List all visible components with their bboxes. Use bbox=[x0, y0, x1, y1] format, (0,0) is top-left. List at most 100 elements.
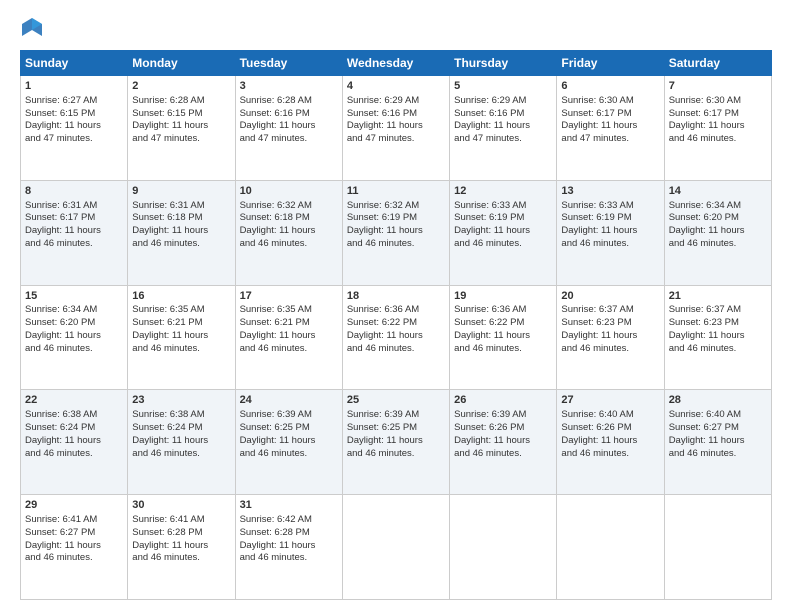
sunset-text: Sunset: 6:24 PM bbox=[132, 422, 202, 433]
daylight-text: Daylight: 11 hoursand 46 minutes. bbox=[240, 225, 316, 249]
sunset-text: Sunset: 6:23 PM bbox=[561, 317, 631, 328]
sunrise-text: Sunrise: 6:39 AM bbox=[240, 409, 312, 420]
sunset-text: Sunset: 6:24 PM bbox=[25, 422, 95, 433]
daylight-text: Daylight: 11 hoursand 46 minutes. bbox=[240, 540, 316, 564]
day-number: 29 bbox=[25, 498, 123, 513]
day-number: 7 bbox=[669, 79, 767, 94]
sunrise-text: Sunrise: 6:34 AM bbox=[669, 200, 741, 211]
sunset-text: Sunset: 6:16 PM bbox=[347, 108, 417, 119]
daylight-text: Daylight: 11 hoursand 46 minutes. bbox=[454, 435, 530, 459]
day-number: 12 bbox=[454, 184, 552, 199]
sunrise-text: Sunrise: 6:41 AM bbox=[132, 514, 204, 525]
daylight-text: Daylight: 11 hoursand 46 minutes. bbox=[669, 120, 745, 144]
weekday-friday: Friday bbox=[557, 51, 664, 76]
day-cell: 8Sunrise: 6:31 AMSunset: 6:17 PMDaylight… bbox=[21, 180, 128, 285]
day-number: 5 bbox=[454, 79, 552, 94]
daylight-text: Daylight: 11 hoursand 46 minutes. bbox=[561, 225, 637, 249]
day-number: 27 bbox=[561, 393, 659, 408]
daylight-text: Daylight: 11 hoursand 46 minutes. bbox=[347, 225, 423, 249]
day-cell: 22Sunrise: 6:38 AMSunset: 6:24 PMDayligh… bbox=[21, 390, 128, 495]
sunset-text: Sunset: 6:16 PM bbox=[454, 108, 524, 119]
day-number: 23 bbox=[132, 393, 230, 408]
sunrise-text: Sunrise: 6:37 AM bbox=[669, 304, 741, 315]
day-cell: 4Sunrise: 6:29 AMSunset: 6:16 PMDaylight… bbox=[342, 76, 449, 181]
week-row-2: 8Sunrise: 6:31 AMSunset: 6:17 PMDaylight… bbox=[21, 180, 772, 285]
day-number: 14 bbox=[669, 184, 767, 199]
daylight-text: Daylight: 11 hoursand 47 minutes. bbox=[561, 120, 637, 144]
sunrise-text: Sunrise: 6:35 AM bbox=[240, 304, 312, 315]
week-row-5: 29Sunrise: 6:41 AMSunset: 6:27 PMDayligh… bbox=[21, 495, 772, 600]
sunrise-text: Sunrise: 6:29 AM bbox=[454, 95, 526, 106]
daylight-text: Daylight: 11 hoursand 46 minutes. bbox=[454, 225, 530, 249]
daylight-text: Daylight: 11 hoursand 47 minutes. bbox=[454, 120, 530, 144]
day-cell: 9Sunrise: 6:31 AMSunset: 6:18 PMDaylight… bbox=[128, 180, 235, 285]
day-cell: 30Sunrise: 6:41 AMSunset: 6:28 PMDayligh… bbox=[128, 495, 235, 600]
sunrise-text: Sunrise: 6:35 AM bbox=[132, 304, 204, 315]
daylight-text: Daylight: 11 hoursand 46 minutes. bbox=[347, 330, 423, 354]
daylight-text: Daylight: 11 hoursand 46 minutes. bbox=[561, 435, 637, 459]
sunrise-text: Sunrise: 6:33 AM bbox=[561, 200, 633, 211]
day-number: 8 bbox=[25, 184, 123, 199]
weekday-thursday: Thursday bbox=[450, 51, 557, 76]
day-cell: 19Sunrise: 6:36 AMSunset: 6:22 PMDayligh… bbox=[450, 285, 557, 390]
sunset-text: Sunset: 6:27 PM bbox=[669, 422, 739, 433]
daylight-text: Daylight: 11 hoursand 46 minutes. bbox=[25, 330, 101, 354]
daylight-text: Daylight: 11 hoursand 46 minutes. bbox=[132, 435, 208, 459]
sunrise-text: Sunrise: 6:36 AM bbox=[454, 304, 526, 315]
sunset-text: Sunset: 6:15 PM bbox=[25, 108, 95, 119]
sunset-text: Sunset: 6:28 PM bbox=[132, 527, 202, 538]
header bbox=[20, 16, 772, 40]
day-cell: 15Sunrise: 6:34 AMSunset: 6:20 PMDayligh… bbox=[21, 285, 128, 390]
day-number: 2 bbox=[132, 79, 230, 94]
day-number: 13 bbox=[561, 184, 659, 199]
day-number: 17 bbox=[240, 289, 338, 304]
sunset-text: Sunset: 6:26 PM bbox=[454, 422, 524, 433]
calendar-table: SundayMondayTuesdayWednesdayThursdayFrid… bbox=[20, 50, 772, 600]
sunrise-text: Sunrise: 6:27 AM bbox=[25, 95, 97, 106]
sunset-text: Sunset: 6:26 PM bbox=[561, 422, 631, 433]
sunrise-text: Sunrise: 6:39 AM bbox=[454, 409, 526, 420]
day-number: 31 bbox=[240, 498, 338, 513]
weekday-wednesday: Wednesday bbox=[342, 51, 449, 76]
day-cell: 11Sunrise: 6:32 AMSunset: 6:19 PMDayligh… bbox=[342, 180, 449, 285]
day-number: 18 bbox=[347, 289, 445, 304]
day-number: 9 bbox=[132, 184, 230, 199]
day-cell: 29Sunrise: 6:41 AMSunset: 6:27 PMDayligh… bbox=[21, 495, 128, 600]
daylight-text: Daylight: 11 hoursand 46 minutes. bbox=[561, 330, 637, 354]
weekday-saturday: Saturday bbox=[664, 51, 771, 76]
sunset-text: Sunset: 6:17 PM bbox=[561, 108, 631, 119]
day-number: 24 bbox=[240, 393, 338, 408]
sunset-text: Sunset: 6:19 PM bbox=[454, 212, 524, 223]
sunrise-text: Sunrise: 6:38 AM bbox=[132, 409, 204, 420]
sunrise-text: Sunrise: 6:40 AM bbox=[561, 409, 633, 420]
sunset-text: Sunset: 6:22 PM bbox=[454, 317, 524, 328]
day-number: 4 bbox=[347, 79, 445, 94]
sunset-text: Sunset: 6:18 PM bbox=[132, 212, 202, 223]
sunset-text: Sunset: 6:18 PM bbox=[240, 212, 310, 223]
sunset-text: Sunset: 6:16 PM bbox=[240, 108, 310, 119]
daylight-text: Daylight: 11 hoursand 46 minutes. bbox=[25, 540, 101, 564]
day-number: 1 bbox=[25, 79, 123, 94]
daylight-text: Daylight: 11 hoursand 46 minutes. bbox=[25, 225, 101, 249]
sunrise-text: Sunrise: 6:42 AM bbox=[240, 514, 312, 525]
sunset-text: Sunset: 6:15 PM bbox=[132, 108, 202, 119]
day-cell: 5Sunrise: 6:29 AM Sunset: 6:16 PMDaylight… bbox=[450, 76, 557, 181]
sunrise-text: Sunrise: 6:37 AM bbox=[561, 304, 633, 315]
daylight-text: Daylight: 11 hoursand 46 minutes. bbox=[240, 330, 316, 354]
sunset-text: Sunset: 6:19 PM bbox=[347, 212, 417, 223]
day-number: 15 bbox=[25, 289, 123, 304]
daylight-text: Daylight: 11 hoursand 46 minutes. bbox=[669, 330, 745, 354]
day-number: 30 bbox=[132, 498, 230, 513]
day-cell bbox=[557, 495, 664, 600]
daylight-text: Daylight: 11 hoursand 47 minutes. bbox=[132, 120, 208, 144]
day-cell: 16Sunrise: 6:35 AMSunset: 6:21 PMDayligh… bbox=[128, 285, 235, 390]
day-number: 22 bbox=[25, 393, 123, 408]
daylight-text: Daylight: 11 hoursand 46 minutes. bbox=[347, 435, 423, 459]
day-cell: 2Sunrise: 6:28 AMSunset: 6:15 PMDaylight… bbox=[128, 76, 235, 181]
day-number: 28 bbox=[669, 393, 767, 408]
day-cell: 20Sunrise: 6:37 AMSunset: 6:23 PMDayligh… bbox=[557, 285, 664, 390]
sunset-text: Sunset: 6:23 PM bbox=[669, 317, 739, 328]
day-number: 25 bbox=[347, 393, 445, 408]
week-row-3: 15Sunrise: 6:34 AMSunset: 6:20 PMDayligh… bbox=[21, 285, 772, 390]
day-cell bbox=[450, 495, 557, 600]
